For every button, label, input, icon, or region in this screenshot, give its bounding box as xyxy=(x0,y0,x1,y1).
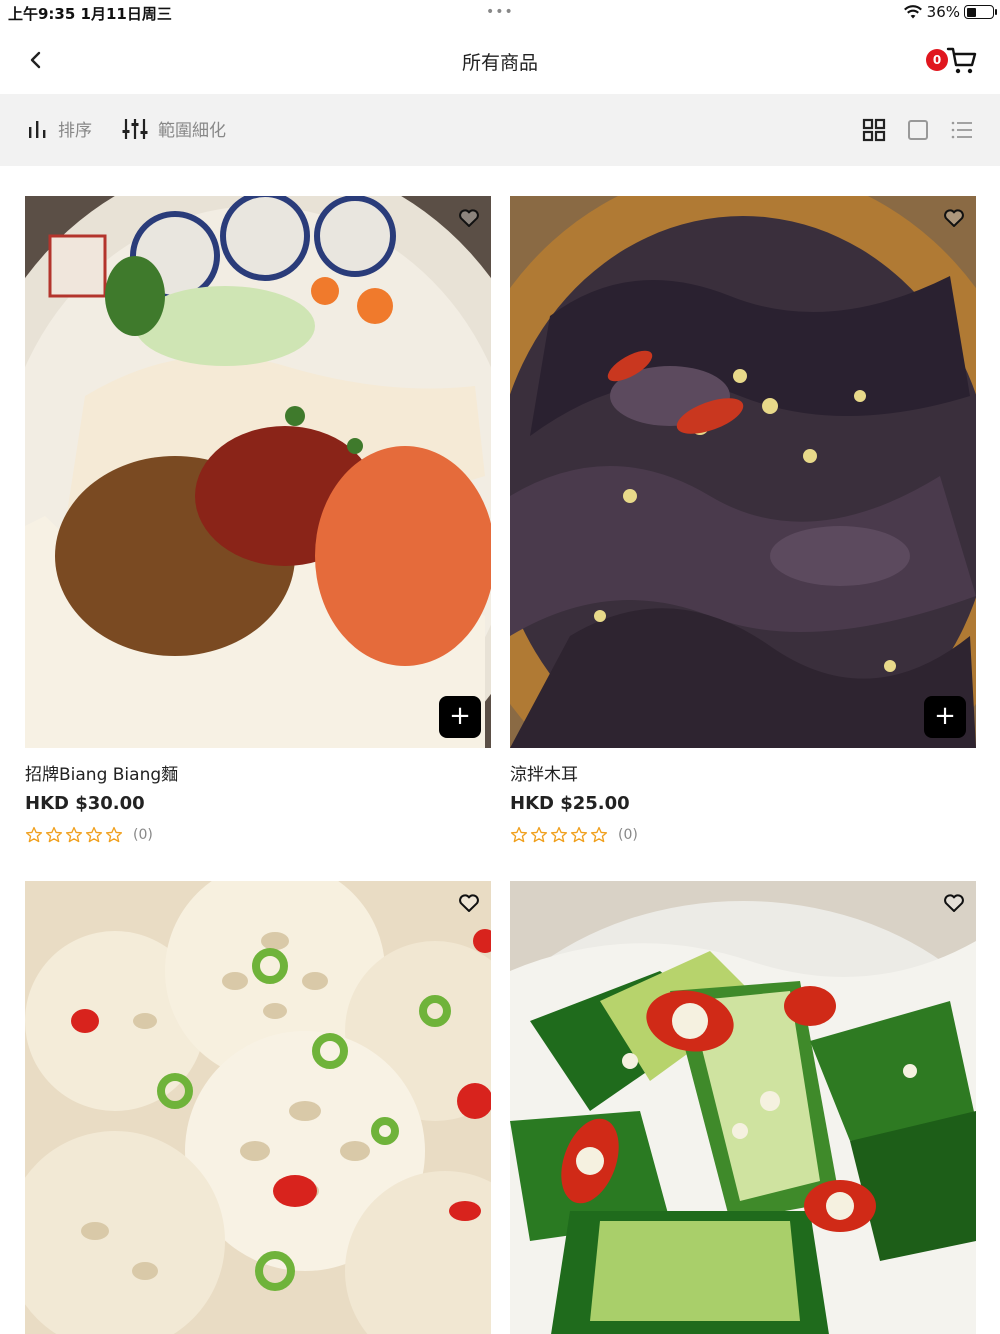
wishlist-button[interactable] xyxy=(942,891,966,915)
cart-count-badge: 0 xyxy=(926,49,948,71)
nav-bar: 所有商品 0 xyxy=(0,28,1000,94)
star-outline-icon xyxy=(25,826,43,843)
star-outline-icon xyxy=(45,826,63,843)
sliders-icon xyxy=(122,118,148,139)
wood-ear-photo xyxy=(510,196,976,748)
product-price: HKD $30.00 xyxy=(25,793,145,814)
product-image-wood-ear-salad[interactable]: + xyxy=(510,196,976,748)
plus-icon: + xyxy=(449,701,471,731)
toolbar: 排序 範圍細化 xyxy=(0,94,1000,166)
sort-label: 排序 xyxy=(58,121,92,141)
star-outline-icon xyxy=(590,826,608,843)
wishlist-button[interactable] xyxy=(942,206,966,230)
multitasking-dots[interactable]: ••• xyxy=(486,4,514,20)
product-card[interactable] xyxy=(510,881,976,1334)
heart-icon xyxy=(944,894,964,912)
star-outline-icon xyxy=(105,826,123,843)
grid-view-button[interactable] xyxy=(862,118,886,142)
wishlist-button[interactable] xyxy=(457,206,481,230)
product-price: HKD $25.00 xyxy=(510,793,630,814)
rating-count: (0) xyxy=(618,827,638,843)
product-card[interactable]: + 招牌Biang Biang麵 HKD $30.00 (0) xyxy=(25,196,491,844)
product-image-biang-biang-noodle[interactable]: + xyxy=(25,196,491,748)
add-to-cart-button[interactable]: + xyxy=(439,696,481,738)
star-outline-icon xyxy=(530,826,548,843)
status-indicators: 36% xyxy=(903,3,997,21)
filter-button[interactable]: 範圍細化 xyxy=(122,116,226,141)
wifi-icon xyxy=(903,5,922,19)
heart-icon xyxy=(459,894,479,912)
heart-icon xyxy=(944,209,964,227)
battery-percent: 36% xyxy=(926,3,960,21)
filter-label: 範圍細化 xyxy=(158,121,226,141)
product-card[interactable] xyxy=(25,881,491,1334)
product-name[interactable]: 招牌Biang Biang麵 xyxy=(25,760,491,785)
cart-button[interactable]: 0 xyxy=(922,44,978,78)
battery-level xyxy=(966,7,976,17)
heart-icon xyxy=(459,209,479,227)
battery-icon xyxy=(964,5,997,19)
lotus-root-photo xyxy=(25,881,491,1334)
sort-button[interactable]: 排序 xyxy=(26,116,92,141)
star-outline-icon xyxy=(85,826,103,843)
status-bar: 上午9:35 1月11日周三 ••• 36% xyxy=(0,0,1000,28)
star-outline-icon xyxy=(510,826,528,843)
rating: (0) xyxy=(510,826,976,844)
cart-icon xyxy=(946,47,977,74)
product-name[interactable]: 涼拌木耳 xyxy=(510,760,976,785)
list-view-button[interactable] xyxy=(950,118,974,142)
rating: (0) xyxy=(25,826,491,844)
product-card[interactable]: + 涼拌木耳 HKD $25.00 (0) xyxy=(510,196,976,844)
cucumber-salad-photo xyxy=(510,881,976,1334)
status-time: 上午9:35 1月11日周三 xyxy=(8,5,172,23)
square-icon xyxy=(908,120,928,140)
product-image-lotus-root[interactable] xyxy=(25,881,491,1334)
plus-icon: + xyxy=(934,701,956,731)
page-title: 所有商品 xyxy=(461,52,538,74)
wishlist-button[interactable] xyxy=(457,891,481,915)
single-view-button[interactable] xyxy=(906,118,930,142)
product-image-cucumber-salad[interactable] xyxy=(510,881,976,1334)
grid-icon xyxy=(862,118,886,142)
star-outline-icon xyxy=(570,826,588,843)
noodle-bowl-photo xyxy=(25,196,491,748)
list-icon xyxy=(951,121,972,139)
rating-count: (0) xyxy=(133,827,153,843)
star-outline-icon xyxy=(65,826,83,843)
add-to-cart-button[interactable]: + xyxy=(924,696,966,738)
star-outline-icon xyxy=(550,826,568,843)
bar-chart-icon xyxy=(29,120,46,138)
